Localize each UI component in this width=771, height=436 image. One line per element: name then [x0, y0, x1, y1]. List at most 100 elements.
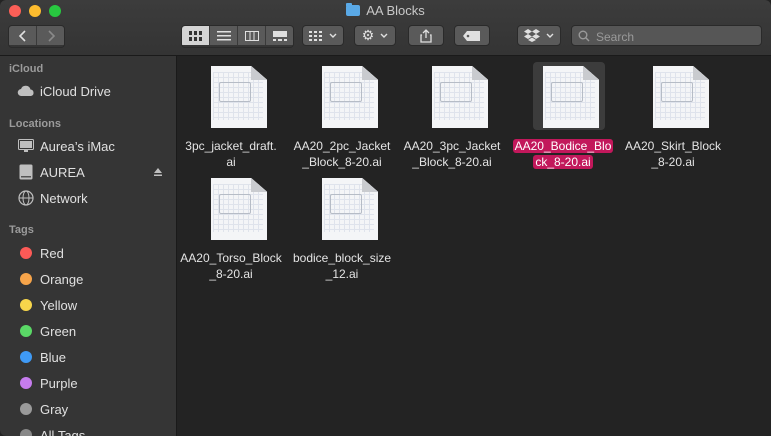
gallery-view-button[interactable] — [266, 26, 293, 45]
cloud-icon — [17, 83, 35, 99]
action-menu-button[interactable]: ⚙ — [354, 25, 396, 46]
search-input[interactable] — [594, 27, 758, 46]
network-icon — [17, 190, 35, 206]
sidebar-item-label: Blue — [40, 349, 67, 365]
sidebar-item-network[interactable]: Network — [17, 187, 173, 209]
sidebar-item-label: Network — [40, 190, 88, 206]
file-name-line2: _8-20.ai — [209, 267, 253, 281]
illustrator-document-icon — [211, 66, 267, 128]
finder-window: AA Blocks ⚙ Search iCloud iCloud Drive L… — [0, 0, 771, 436]
tag-blue-dot — [20, 351, 32, 363]
file-thumbnail — [201, 174, 273, 242]
file-name: bodice_block_size _12.ai — [286, 250, 398, 282]
sidebar-item-label: Red — [40, 245, 64, 261]
sidebar-item-label: Aurea’s iMac — [40, 138, 115, 154]
sidebar-item-tag-red[interactable]: Red — [17, 242, 173, 264]
tag-red-dot — [20, 247, 32, 259]
column-view-button[interactable] — [238, 26, 266, 45]
list-view-button[interactable] — [210, 26, 238, 45]
gallery-view-icon — [272, 30, 287, 41]
forward-button[interactable] — [37, 26, 64, 45]
sidebar-header-icloud: iCloud — [9, 63, 44, 75]
chevron-left-icon — [18, 29, 26, 42]
file-item[interactable]: 3pc_jacket_draft. ai — [181, 60, 281, 170]
file-item-selected[interactable]: AA20_Bodice_Blo ck_8-20.ai — [512, 60, 614, 170]
sidebar-item-tag-purple[interactable]: Purple — [17, 372, 173, 394]
file-name-line2: _12.ai — [325, 267, 359, 281]
chevron-down-icon — [380, 33, 388, 38]
toolbar: AA Blocks ⚙ Search — [0, 0, 771, 56]
eject-icon[interactable] — [153, 165, 163, 180]
file-name-line2: ck_8-20.ai — [533, 155, 593, 169]
sidebar-item-tag-green[interactable]: Green — [17, 320, 173, 342]
sidebar-item-label: iCloud Drive — [40, 83, 111, 99]
file-name-line1: AA20_2pc_Jacket — [293, 139, 391, 153]
window-title: AA Blocks — [0, 3, 771, 18]
file-thumbnail — [422, 62, 494, 130]
sidebar-item-label: All Tags… — [40, 427, 99, 436]
illustrator-document-icon — [432, 66, 488, 128]
file-name-line1: AA20_Torso_Block — [180, 251, 282, 265]
tag-gray-dot — [20, 403, 32, 415]
share-button[interactable] — [408, 25, 444, 46]
sidebar-item-aurea[interactable]: AUREA — [17, 161, 173, 183]
sidebar-item-label: Purple — [40, 375, 78, 391]
sidebar-item-tag-blue[interactable]: Blue — [17, 346, 173, 368]
file-name-line1: AA20_Skirt_Block — [624, 139, 722, 153]
file-item[interactable]: AA20_3pc_Jacket _Block_8-20.ai — [402, 60, 502, 170]
file-thumbnail — [533, 62, 605, 130]
chevron-down-icon — [329, 33, 337, 38]
sidebar-item-tag-gray[interactable]: Gray — [17, 398, 173, 420]
file-name-line2: ai — [226, 155, 236, 169]
sidebar-item-tag-yellow[interactable]: Yellow — [17, 294, 173, 316]
sidebar-item-imac[interactable]: Aurea’s iMac — [17, 135, 173, 157]
file-thumbnail — [312, 62, 384, 130]
icon-view-button[interactable] — [182, 26, 210, 45]
chevron-right-icon — [47, 29, 55, 42]
column-view-icon — [244, 30, 259, 41]
all-tags-icon — [20, 429, 32, 436]
file-thumbnail — [643, 62, 715, 130]
file-item[interactable]: AA20_2pc_Jacket _Block_8-20.ai — [292, 60, 392, 170]
file-thumbnail — [201, 62, 273, 130]
sidebar-item-label: Yellow — [40, 297, 78, 313]
sidebar-item-label: Green — [40, 323, 77, 339]
file-item[interactable]: AA20_Torso_Block _8-20.ai — [180, 172, 282, 282]
folder-icon — [346, 3, 361, 16]
sidebar-item-label: AUREA — [40, 164, 85, 180]
tag-yellow-dot — [20, 299, 32, 311]
dropbox-button[interactable] — [517, 25, 561, 46]
tag-green-dot — [20, 325, 32, 337]
tag-purple-dot — [20, 377, 32, 389]
illustrator-document-icon — [543, 66, 599, 128]
icon-view-icon — [188, 30, 202, 41]
search-field[interactable] — [571, 25, 762, 46]
chevron-down-icon — [546, 33, 554, 38]
sidebar-item-label: Orange — [40, 271, 84, 287]
file-name-line1: AA20_3pc_Jacket — [403, 139, 501, 153]
file-name: 3pc_jacket_draft. ai — [175, 138, 287, 170]
navigation-buttons — [8, 25, 65, 48]
sidebar-header-tags: Tags — [9, 224, 34, 236]
gear-icon: ⚙ — [361, 27, 375, 43]
list-view-icon — [216, 30, 231, 40]
file-item[interactable]: bodice_block_size _12.ai — [292, 172, 392, 282]
sidebar-item-icloud-drive[interactable]: iCloud Drive — [17, 80, 173, 102]
window-title-text: AA Blocks — [366, 3, 425, 18]
sidebar-item-label: Gray — [40, 401, 69, 417]
imac-icon — [17, 138, 35, 154]
group-by-button[interactable] — [302, 25, 344, 46]
sidebar-header-locations: Locations — [9, 118, 61, 130]
tag-button[interactable] — [454, 25, 490, 46]
file-name-line1: AA20_Bodice_Blo — [512, 139, 614, 153]
tag-icon — [463, 30, 480, 41]
sidebar-item-all-tags[interactable]: All Tags… — [17, 424, 173, 436]
file-name: AA20_Torso_Block _8-20.ai — [175, 250, 287, 282]
file-name-line1: 3pc_jacket_draft. — [185, 139, 277, 153]
back-button[interactable] — [9, 26, 37, 45]
illustrator-document-icon — [653, 66, 709, 128]
file-name-line1: bodice_block_size — [292, 251, 392, 265]
sidebar-item-tag-orange[interactable]: Orange — [17, 268, 173, 290]
illustrator-document-icon — [322, 178, 378, 240]
file-item[interactable]: AA20_Skirt_Block _8-20.ai — [623, 60, 723, 170]
